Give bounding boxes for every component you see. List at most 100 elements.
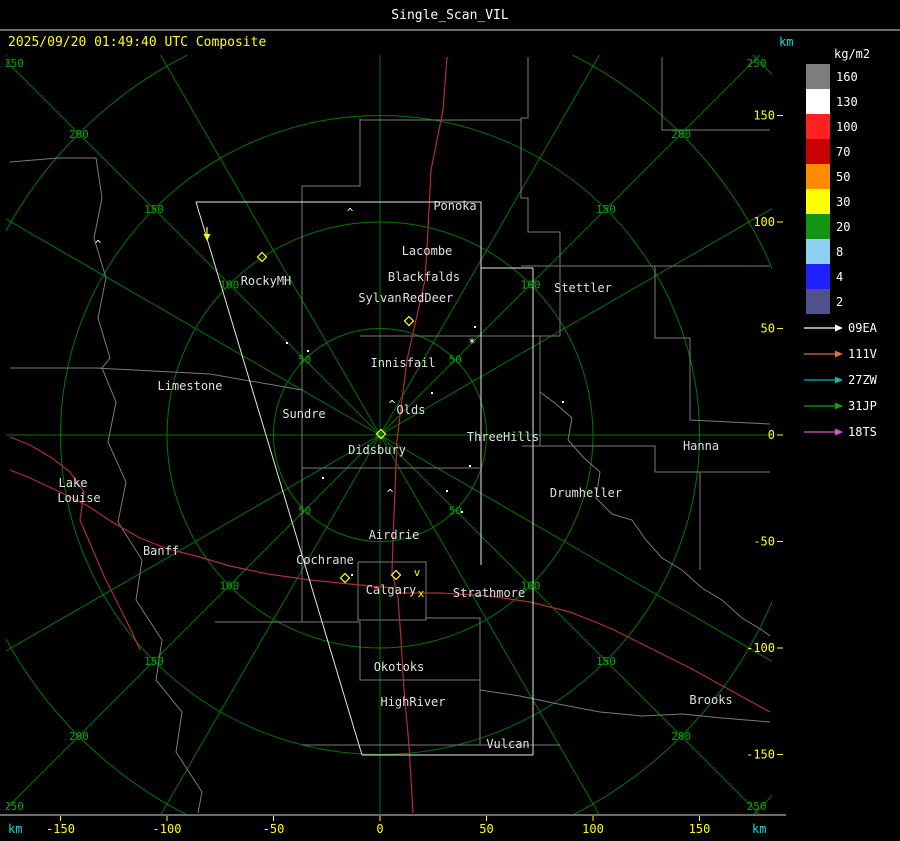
range-label: 100 [521, 278, 541, 291]
colorbar-value-label: 8 [836, 245, 843, 259]
point-marker [351, 574, 353, 576]
colorbar-swatch-100 [806, 114, 830, 139]
window-title: Single_Scan_VIL [391, 8, 509, 23]
track-legend-id: 31JP [848, 399, 877, 413]
timestamp-label: 2025/09/20 01:49:40 UTC Composite [8, 35, 266, 50]
range-label: 200 [671, 730, 691, 743]
y-axis-tick-label: 100 [753, 215, 775, 229]
y-axis-tick-label: 0 [768, 428, 775, 442]
city-label-drumheller: Drumheller [550, 486, 622, 500]
track-legend-id: 18TS [848, 425, 877, 439]
range-label: 100 [219, 580, 239, 593]
x-axis-tick-label: -150 [46, 822, 75, 836]
city-label-olds: Olds [397, 403, 426, 417]
track-legend-id: 111V [848, 347, 877, 361]
range-label: 150 [596, 203, 616, 216]
city-label-rockymh: RockyMH [241, 274, 292, 288]
colorbar-value-label: 4 [836, 270, 843, 284]
city-label-ponoka: Ponoka [433, 199, 476, 213]
range-label: 150 [596, 655, 616, 668]
range-label: 50 [298, 504, 311, 517]
caret-marker: ^ [347, 206, 354, 219]
range-label: 50 [298, 354, 311, 367]
city-label-highriver: HighRiver [380, 695, 445, 709]
star-marker: * [468, 336, 475, 350]
city-label-sundre: Sundre [282, 407, 325, 421]
x-axis-tick-label: 0 [376, 822, 383, 836]
range-label: 250 [747, 800, 767, 813]
city-label-innisfail: Innisfail [370, 356, 435, 370]
bottom-left-unit: km [8, 822, 22, 836]
city-label-strathmore: Strathmore [453, 586, 525, 600]
point-marker [307, 350, 309, 352]
caret-marker: ^ [95, 238, 102, 251]
city-label-okotoks: Okotoks [374, 660, 425, 674]
range-label: 200 [69, 730, 89, 743]
colorbar-swatch-70 [806, 139, 830, 164]
range-label: 50 [449, 504, 462, 517]
city-label-threehills: ThreeHills [467, 430, 539, 444]
colorbar-swatch-160 [806, 64, 830, 89]
colorbar-swatch-30 [806, 189, 830, 214]
range-label: 100 [219, 278, 239, 291]
range-label: 200 [69, 128, 89, 141]
point-marker [322, 477, 324, 479]
colorbar-value-label: 30 [836, 195, 850, 209]
point-marker [286, 342, 288, 344]
city-label-hanna: Hanna [683, 439, 719, 453]
y-axis-tick-label: -100 [746, 641, 775, 655]
city-label-sylvan: Sylvan [358, 291, 401, 305]
colorbar-value-label: 2 [836, 295, 843, 309]
glyph-marker: x [418, 587, 425, 600]
city-label-didsbury: Didsbury [348, 443, 406, 457]
caret-marker: ^ [387, 487, 394, 500]
y-axis-tick-label: -150 [746, 748, 775, 762]
track-legend-id: 09EA [848, 321, 878, 335]
point-marker [446, 490, 448, 492]
point-marker [474, 326, 476, 328]
range-label: 150 [144, 655, 164, 668]
range-label: 50 [449, 354, 462, 367]
track-legend-id: 27ZW [848, 373, 878, 387]
y-axis-tick-label: 150 [753, 109, 775, 123]
colorbar-unit: kg/m2 [834, 47, 870, 61]
colorbar-value-label: 160 [836, 70, 858, 84]
range-label: 150 [144, 203, 164, 216]
point-marker [461, 511, 463, 513]
city-label-blackfalds: Blackfalds [388, 270, 460, 284]
point-marker [469, 465, 471, 467]
city-label-reddeer: RedDeer [403, 291, 454, 305]
city-label-limestone: Limestone [157, 379, 222, 393]
city-label-brooks: Brooks [689, 693, 732, 707]
x-axis-tick-label: 50 [479, 822, 493, 836]
colorbar-value-label: 130 [836, 95, 858, 109]
range-label: 200 [671, 128, 691, 141]
city-label-calgary: Calgary [366, 583, 417, 597]
right-axis-unit: km [779, 35, 793, 49]
bottom-right-unit: km [752, 822, 766, 836]
colorbar-swatch-50 [806, 164, 830, 189]
glyph-marker: v [414, 566, 421, 579]
colorbar-swatch-2 [806, 289, 830, 314]
city-label-banff: Banff [143, 544, 179, 558]
city-label-louise: Louise [57, 491, 100, 505]
colorbar-swatch-8 [806, 239, 830, 264]
city-label-cochrane: Cochrane [296, 553, 354, 567]
city-label-vulcan: Vulcan [486, 737, 529, 751]
colorbar-value-label: 20 [836, 220, 850, 234]
colorbar-swatch-130 [806, 89, 830, 114]
y-axis-tick-label: -50 [753, 535, 775, 549]
radar-display: Single_Scan_VIL 2025/09/20 01:49:40 UTC … [0, 0, 900, 841]
city-label-lacombe: Lacombe [402, 244, 453, 258]
range-label: 250 [747, 57, 767, 70]
y-axis-tick-label: 50 [761, 322, 775, 336]
range-label: 250 [4, 800, 24, 813]
colorbar-value-label: 70 [836, 145, 850, 159]
city-label-airdrie: Airdrie [369, 528, 420, 542]
colorbar-value-label: 50 [836, 170, 850, 184]
city-label-lake: Lake [59, 476, 88, 490]
colorbar-swatch-20 [806, 214, 830, 239]
colorbar-value-label: 100 [836, 120, 858, 134]
range-label: 250 [4, 57, 24, 70]
point-marker [431, 392, 433, 394]
